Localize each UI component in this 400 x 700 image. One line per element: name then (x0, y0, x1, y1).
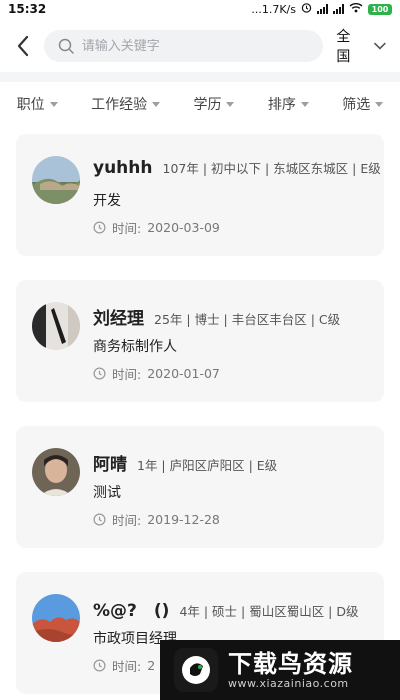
clock-icon (93, 367, 106, 380)
candidate-name: 刘经理 (93, 309, 144, 329)
status-indicators: ...1.7K/s 100 (251, 2, 392, 16)
job-title: 商务标制作人 (93, 339, 177, 355)
back-button[interactable] (10, 30, 36, 62)
filter-more[interactable]: 筛选 (342, 94, 384, 114)
candidate-meta: 4年 | 硕士 | 蜀山区蜀山区 | D级 (179, 604, 359, 619)
watermark-title: 下载鸟资源 (228, 649, 353, 678)
search-input[interactable] (81, 38, 302, 54)
job-title: 测试 (93, 485, 121, 501)
signal-icon (317, 4, 328, 14)
candidate-list: yuhhh 107年 | 初中以下 | 东城区东城区 | E级 开发 时间: 2… (0, 126, 400, 700)
time-label: 时间: (112, 367, 142, 382)
candidate-card[interactable]: 刘经理 25年 | 博士 | 丰台区丰台区 | C级 商务标制作人 时间: 20… (16, 280, 384, 402)
time-value: 2019-12-28 (147, 512, 220, 527)
avatar (32, 448, 80, 496)
region-label: 全国 (336, 29, 351, 65)
signal-2-icon (333, 4, 344, 14)
candidate-meta: 107年 | 初中以下 | 东城区东城区 | E级 (162, 161, 381, 176)
filter-position[interactable]: 职位 (17, 94, 58, 114)
clock-icon (93, 221, 106, 234)
section-divider (0, 72, 400, 82)
clock-icon (93, 659, 106, 672)
search-icon (58, 38, 74, 54)
filter-label: 工作经验 (91, 97, 148, 113)
time-row: 时间: 2019-12-28 (93, 510, 220, 529)
dropdown-arrow-icon (375, 101, 384, 107)
chevron-down-icon (374, 42, 386, 50)
chevron-left-icon (17, 35, 28, 57)
search-box[interactable] (43, 30, 324, 62)
watermark-url: www.xiazainiao.com (228, 676, 349, 690)
clock-icon (93, 513, 106, 526)
filter-label: 筛选 (342, 97, 371, 113)
region-selector[interactable]: 全国 (336, 26, 386, 66)
filter-bar: 职位 工作经验 学历 排序 筛选 (0, 82, 400, 126)
alarm-icon (301, 2, 312, 16)
time-label: 时间: (112, 221, 142, 236)
candidate-card[interactable]: yuhhh 107年 | 初中以下 | 东城区东城区 | E级 开发 时间: 2… (16, 134, 384, 256)
watermark: 下载鸟资源 www.xiazainiao.com (160, 640, 400, 700)
network-speed: ...1.7K/s (251, 2, 296, 16)
dropdown-arrow-icon (300, 101, 309, 107)
dropdown-arrow-icon (152, 101, 161, 107)
job-title: 开发 (93, 193, 121, 209)
time-value: 2020-01-07 (147, 366, 220, 381)
time-row: 时间: 2 (93, 656, 155, 675)
time-label: 时间: (112, 513, 142, 528)
time-row: 时间: 2020-01-07 (93, 364, 220, 383)
avatar (32, 156, 80, 204)
filter-label: 职位 (16, 97, 45, 113)
status-time: 15:32 (8, 2, 47, 16)
time-value: 2020-03-09 (147, 220, 220, 235)
time-row: 时间: 2020-03-09 (93, 218, 220, 237)
candidate-card[interactable]: 阿晴 1年 | 庐阳区庐阳区 | E级 测试 时间: 2019-12-28 (16, 426, 384, 548)
wifi-icon (349, 2, 363, 16)
dropdown-arrow-icon (226, 101, 235, 107)
candidate-meta: 1年 | 庐阳区庐阳区 | E级 (137, 458, 278, 473)
candidate-meta: 25年 | 博士 | 丰台区丰台区 | C级 (154, 312, 341, 327)
battery-icon: 100 (368, 3, 392, 15)
filter-label: 学历 (193, 97, 222, 113)
candidate-name: %@? () (93, 601, 170, 621)
candidate-name: yuhhh (93, 158, 153, 178)
status-bar: 15:32 ...1.7K/s 100 (0, 0, 400, 18)
time-value: 2 (147, 658, 156, 673)
filter-education[interactable]: 学历 (193, 94, 235, 114)
candidate-name: 阿晴 (93, 455, 127, 475)
watermark-logo-icon (174, 648, 218, 692)
filter-label: 排序 (267, 97, 296, 113)
dropdown-arrow-icon (49, 101, 58, 107)
filter-sort[interactable]: 排序 (268, 94, 309, 114)
avatar (32, 302, 80, 350)
filter-experience[interactable]: 工作经验 (91, 94, 161, 114)
avatar (32, 594, 80, 642)
header: 全国 (0, 22, 400, 70)
time-label: 时间: (112, 659, 142, 674)
